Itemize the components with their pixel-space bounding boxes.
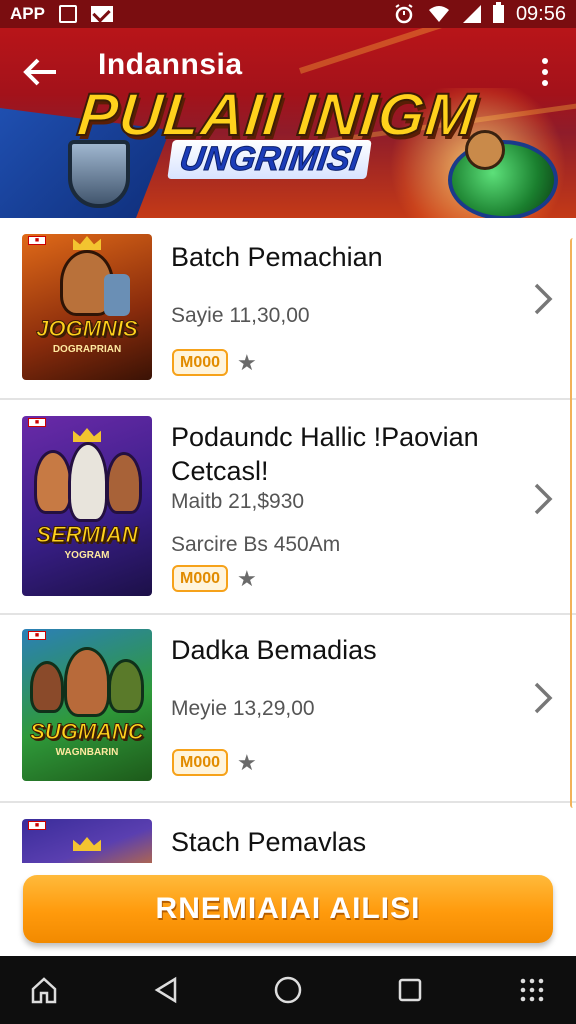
- price-badge: M000: [172, 349, 228, 376]
- scrollbar[interactable]: [570, 238, 576, 808]
- app-label: APP: [10, 4, 45, 23]
- game-thumbnail: ■ SUGMANC WAGNBARIN: [22, 629, 152, 781]
- primary-action-button[interactable]: RNEMIAIAI AILISI: [23, 875, 553, 943]
- game-thumbnail: ■ SERMIAN YOGRAM: [22, 416, 152, 596]
- grid-apps-icon[interactable]: [514, 972, 550, 1008]
- mail-icon: [90, 6, 113, 22]
- item-title: Stach Pemavlas: [171, 827, 367, 857]
- back-triangle-icon[interactable]: [148, 972, 184, 1008]
- banner-title: PULAII INIGM: [73, 80, 481, 149]
- star-icon[interactable]: ★: [237, 566, 257, 592]
- price-badge: M000: [172, 565, 228, 592]
- list-item[interactable]: ■ SERMIAN YOGRAM Podaundc Hallic !Paovia…: [0, 400, 576, 615]
- game-thumbnail: ■: [22, 819, 152, 863]
- item-title: Podaundc Hallic !Paovian Cetcasl!: [171, 422, 479, 486]
- square-recents-icon[interactable]: [392, 972, 428, 1008]
- list-item[interactable]: ■ SUGMANC WAGNBARIN Dadka Bemadias Meyie…: [0, 615, 576, 803]
- back-arrow-icon[interactable]: [20, 52, 60, 92]
- wifi-icon: [428, 6, 449, 22]
- signal-icon: [462, 5, 481, 23]
- item-title: Dadka Bemadias: [171, 635, 377, 665]
- alarm-icon: [395, 4, 413, 24]
- home-icon[interactable]: [26, 972, 62, 1008]
- item-meta: Maitb 21,$930: [171, 490, 305, 513]
- banner-subtitle: UNGRIMISI: [167, 140, 373, 179]
- star-icon[interactable]: ★: [237, 750, 257, 776]
- price-badge: M000: [172, 749, 228, 776]
- game-list: ■ JOGMNIS DOGRAPRIAN Batch Pemachian Say…: [0, 218, 576, 863]
- system-nav-bar: [0, 956, 576, 1024]
- item-meta: Sayie 11,30,00: [171, 304, 310, 327]
- item-meta: Meyie 13,29,00: [171, 697, 315, 720]
- star-icon[interactable]: ★: [237, 350, 257, 376]
- more-vertical-icon[interactable]: [542, 58, 550, 86]
- header-banner: Indannsia PULAII INIGM UNGRIMISI: [0, 28, 576, 218]
- shield-icon: [68, 140, 130, 208]
- list-item[interactable]: ■ JOGMNIS DOGRAPRIAN Batch Pemachian Say…: [0, 218, 576, 400]
- chevron-right-icon[interactable]: [532, 482, 554, 516]
- item-meta-secondary: Sarcire Bs 450Am: [171, 533, 341, 556]
- item-title: Batch Pemachian: [171, 242, 383, 272]
- battery-icon: [492, 2, 504, 23]
- game-thumbnail: ■ JOGMNIS DOGRAPRIAN: [22, 234, 152, 380]
- chevron-right-icon[interactable]: [532, 282, 554, 316]
- country-title: Indannsia: [98, 48, 243, 81]
- circle-home-icon[interactable]: [270, 972, 306, 1008]
- status-bar: APP 09:56: [0, 0, 576, 28]
- clock: 09:56: [515, 2, 566, 25]
- notification-icon: [58, 5, 77, 23]
- chevron-right-icon[interactable]: [532, 681, 554, 715]
- list-item[interactable]: ■ Stach Pemavlas: [0, 803, 576, 863]
